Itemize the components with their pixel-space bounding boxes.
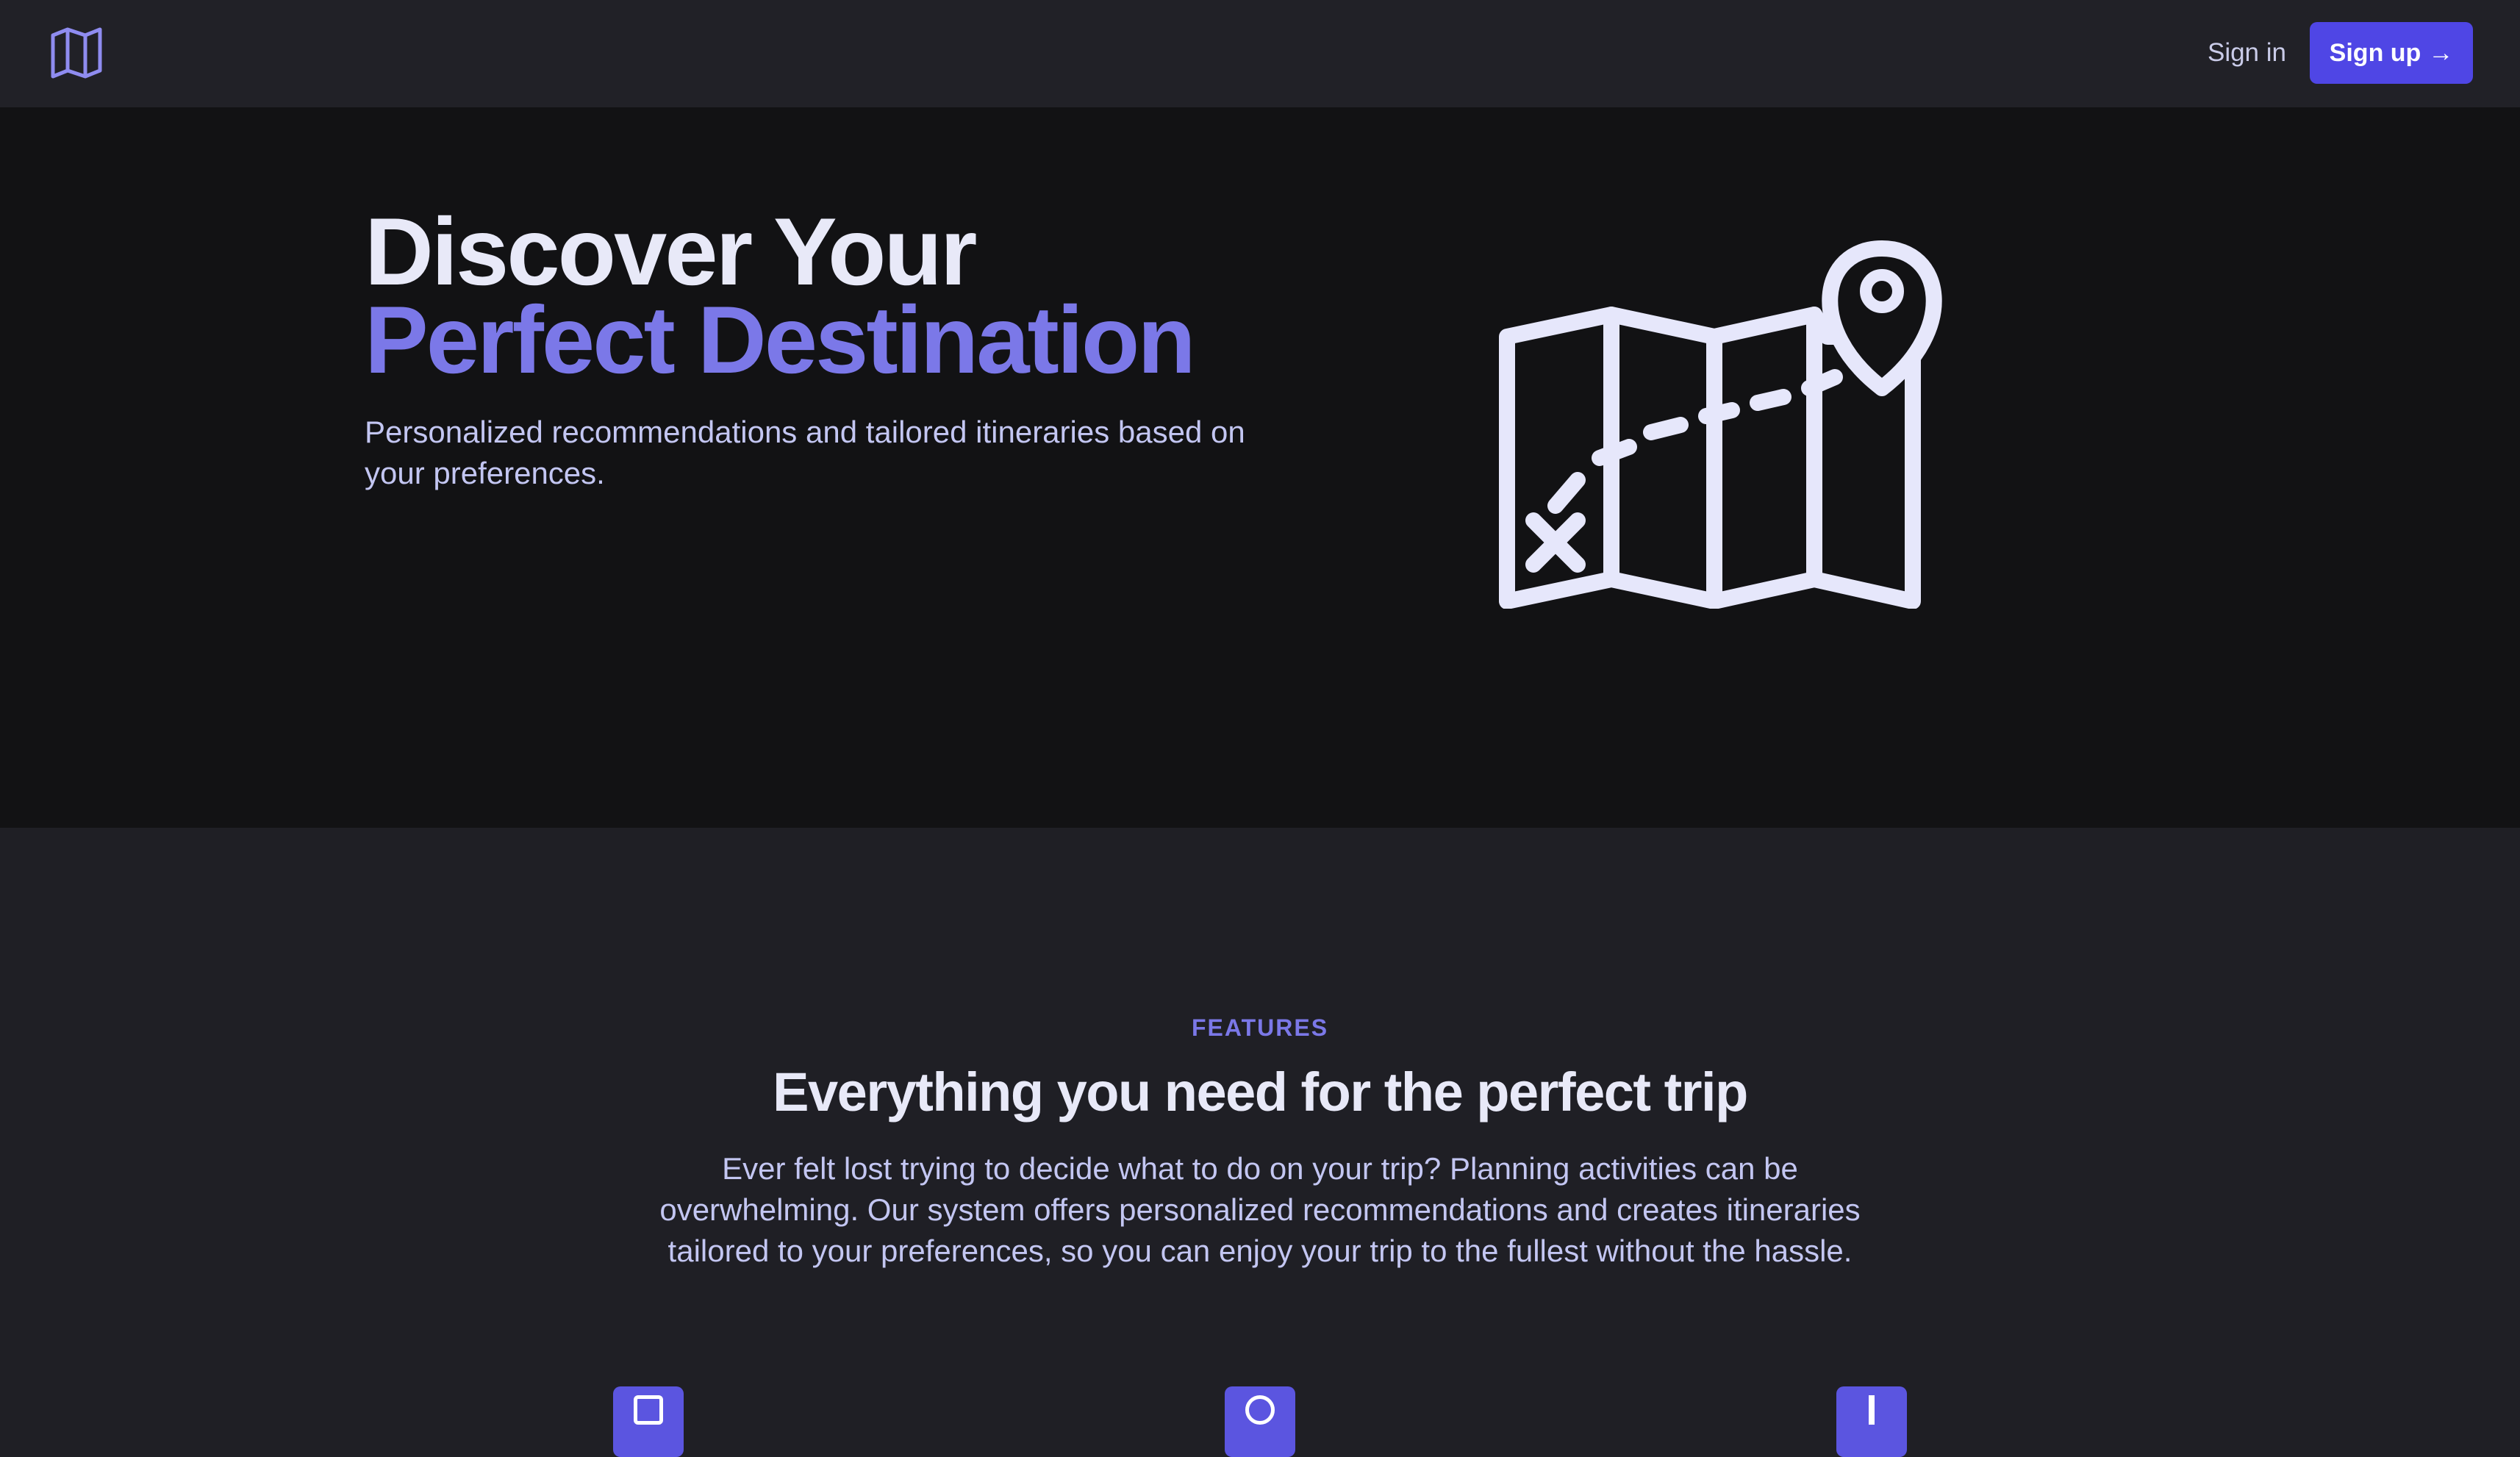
hero-title-line2: Perfect Destination: [365, 286, 1196, 393]
features-description: Ever felt lost trying to decide what to …: [659, 1151, 1861, 1268]
feature-glyph-icon: [634, 1395, 663, 1425]
top-navbar: Sign in Sign up →: [0, 0, 2520, 107]
features-eyebrow: FEATURES: [1191, 1014, 1329, 1041]
folded-map-icon[interactable]: [50, 25, 103, 81]
feature-glyph-icon: [1245, 1395, 1275, 1425]
feature-icon-2: [1225, 1386, 1295, 1457]
sign-up-label: Sign up: [2329, 38, 2421, 67]
hero-subtitle: Personalized recommendations and tailore…: [365, 415, 1245, 490]
features-title: Everything you need for the perfect trip: [773, 1062, 1748, 1123]
feature-glyph-icon: [1869, 1395, 1875, 1425]
arrow-right-icon: →: [2428, 38, 2454, 67]
treasure-map-pin-icon: [1499, 240, 1942, 609]
sign-up-button[interactable]: Sign up →: [2310, 22, 2473, 84]
hero-title: Discover Your Perfect Destination: [365, 204, 1196, 393]
sign-in-link[interactable]: Sign in: [2208, 32, 2286, 74]
feature-icon-1: [613, 1386, 684, 1457]
feature-icon-3: [1836, 1386, 1907, 1457]
